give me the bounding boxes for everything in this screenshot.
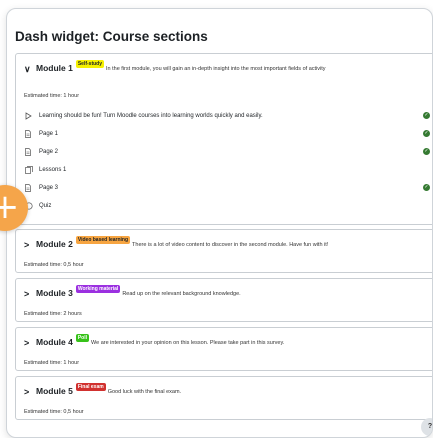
module-description: There is a lot of video content to disco… [132, 242, 329, 248]
activity-label[interactable]: Page 2 [39, 149, 58, 155]
module-section-1: ∨ Module 1 Self-study In the first modul… [15, 53, 432, 225]
activity-item[interactable]: Page 1 ✓ [25, 128, 430, 140]
chevron-right-icon[interactable]: > [24, 387, 36, 397]
help-button[interactable]: ? [421, 418, 432, 436]
module-header-4[interactable]: > Module 4 Poll We are interested in you… [24, 334, 284, 354]
module-section-4: > Module 4 Poll We are interested in you… [15, 327, 432, 371]
estimated-time: Estimated time: 1 hour [24, 93, 80, 99]
module-section-3: > Module 3 Working material Read up on t… [15, 278, 432, 322]
module-badge: Self-study [75, 60, 105, 68]
module-description: Read up on the relevant background knowl… [122, 291, 241, 297]
activity-item[interactable]: Page 2 ✓ [25, 146, 430, 158]
page-icon [25, 130, 39, 138]
chevron-right-icon[interactable]: > [24, 338, 36, 348]
module-badge: Video based learning [75, 236, 131, 244]
chevron-right-icon[interactable]: > [24, 240, 36, 250]
module-title[interactable]: Module 5 [36, 386, 73, 396]
completion-check-icon: ✓ [423, 148, 430, 155]
activity-label[interactable]: Page 3 [39, 185, 58, 191]
module-description: In the first module, you will gain an in… [106, 66, 326, 72]
activity-label[interactable]: Lessons 1 [39, 167, 66, 173]
module-section-2: > Module 2 Video based learning There is… [15, 229, 432, 273]
chevron-right-icon[interactable]: > [24, 289, 36, 299]
module-title[interactable]: Module 2 [36, 239, 73, 249]
play-icon [25, 112, 39, 120]
activity-item[interactable]: Lessons 1 [25, 164, 430, 176]
module-badge: Working material [75, 285, 121, 293]
module-description: Good luck with the final exam. [107, 389, 182, 395]
completion-check-icon: ✓ [423, 112, 430, 119]
widget-title: Dash widget: Course sections [15, 29, 208, 44]
activity-label[interactable]: Learning should be fun! Turn Moodle cour… [39, 113, 263, 119]
activity-item[interactable]: Page 3 ✓ [25, 182, 430, 194]
dash-widget-card: Dash widget: Course sections ∨ Module 1 … [6, 8, 433, 438]
module-header-5[interactable]: > Module 5 Final exam Good luck with the… [24, 383, 181, 403]
chevron-down-icon[interactable]: ∨ [24, 64, 36, 75]
estimated-time: Estimated time: 0,5 hour [24, 262, 84, 268]
estimated-time: Estimated time: 0,5 hour [24, 409, 84, 415]
page-icon [25, 148, 39, 156]
completion-check-icon: ✓ [423, 130, 430, 137]
page-icon [25, 184, 39, 192]
estimated-time: Estimated time: 1 hour [24, 360, 80, 366]
module-header-3[interactable]: > Module 3 Working material Read up on t… [24, 285, 241, 305]
lesson-icon [25, 166, 39, 174]
completion-check-icon: ✓ [423, 184, 430, 191]
activity-item[interactable]: Quiz [25, 200, 430, 212]
module-badge: Poll [75, 334, 90, 342]
module-title[interactable]: Module 3 [36, 288, 73, 298]
module-header-2[interactable]: > Module 2 Video based learning There is… [24, 236, 328, 256]
activity-label[interactable]: Page 1 [39, 131, 58, 137]
module-description: We are interested in your opinion on thi… [91, 340, 285, 346]
module-badge: Final exam [75, 383, 106, 391]
module-header-1[interactable]: ∨ Module 1 Self-study In the first modul… [24, 60, 326, 80]
activity-label[interactable]: Quiz [39, 203, 51, 209]
module-section-5: > Module 5 Final exam Good luck with the… [15, 376, 432, 420]
activity-item[interactable]: Learning should be fun! Turn Moodle cour… [25, 110, 430, 122]
estimated-time: Estimated time: 2 hours [24, 311, 82, 317]
module-title[interactable]: Module 1 [36, 63, 73, 73]
module-title[interactable]: Module 4 [36, 337, 73, 347]
